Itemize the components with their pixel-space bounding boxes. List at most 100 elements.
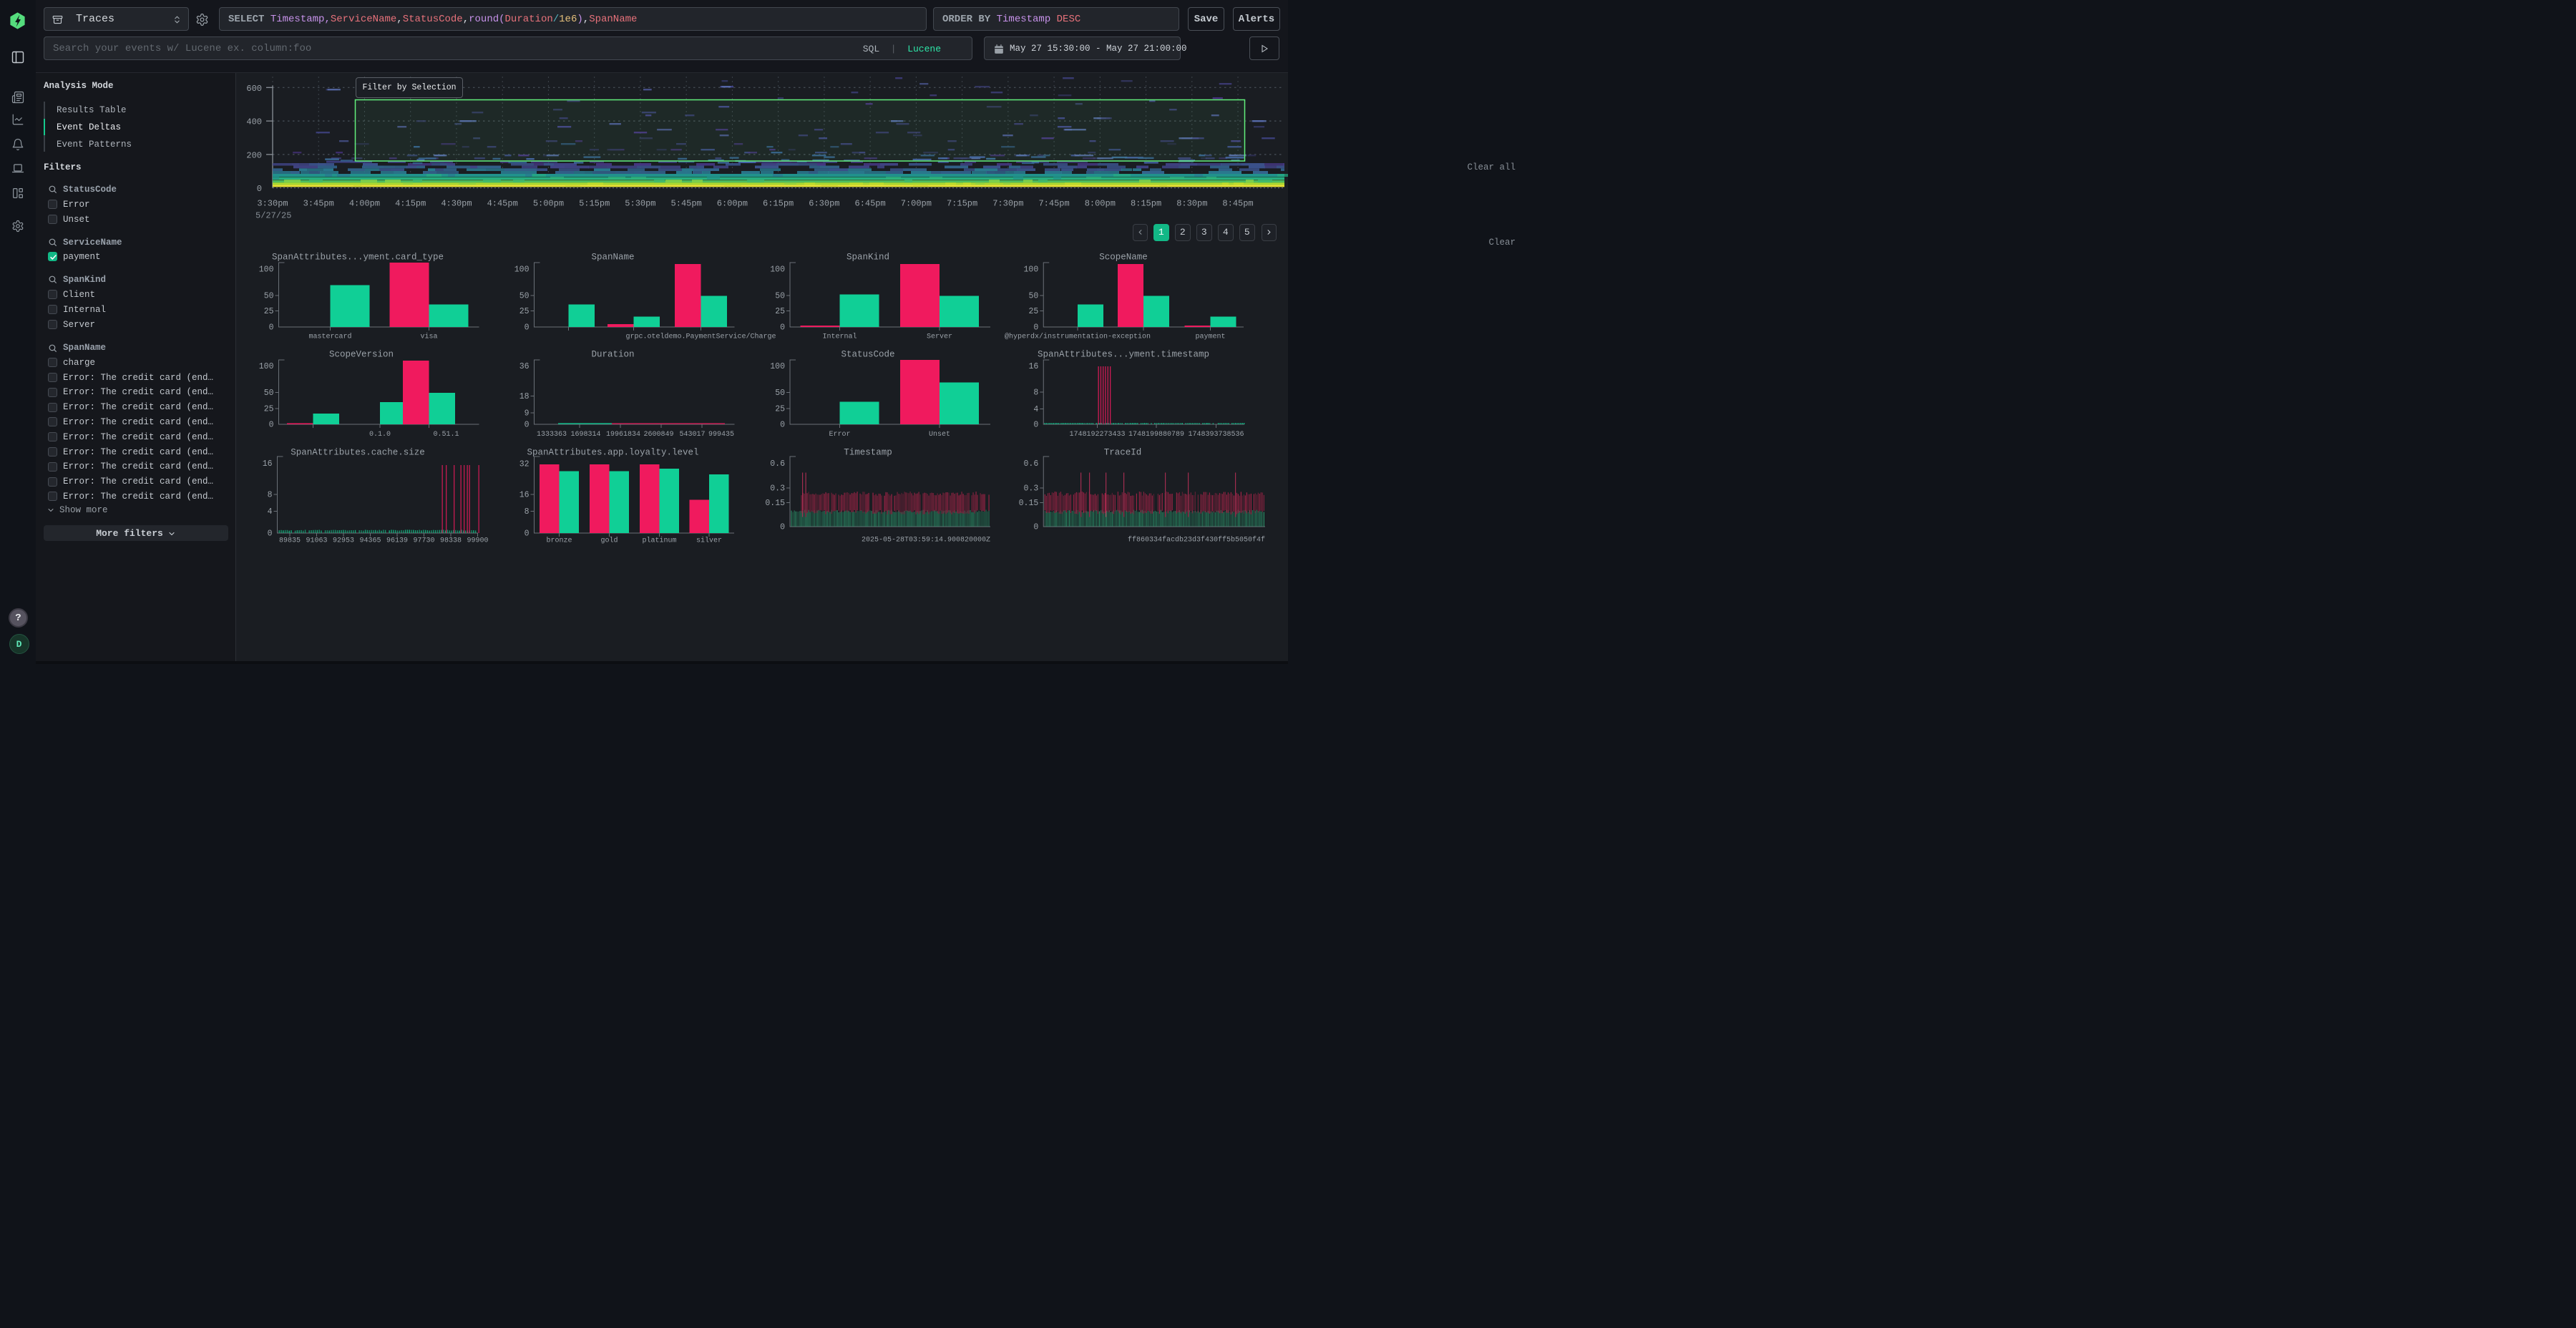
svg-text:50: 50 (519, 292, 530, 301)
svg-text:25: 25 (264, 405, 274, 414)
svg-text:25: 25 (1028, 307, 1038, 316)
svg-text:5/27/25: 5/27/25 (255, 211, 291, 221)
svg-text:25: 25 (775, 307, 785, 316)
svg-text:0: 0 (1033, 323, 1038, 333)
svg-text:0: 0 (1033, 421, 1038, 430)
svg-text:18: 18 (519, 392, 530, 401)
svg-text:SpanName: SpanName (591, 253, 634, 263)
svg-text:98338: 98338 (440, 537, 462, 545)
svg-text:2025-05-28T03:59:14.900820000Z: 2025-05-28T03:59:14.900820000Z (862, 537, 990, 545)
svg-text:Duration: Duration (591, 350, 634, 360)
svg-text:4:45pm: 4:45pm (487, 199, 518, 209)
svg-text:platinum: platinum (642, 537, 676, 545)
svg-text:8:30pm: 8:30pm (1176, 199, 1207, 209)
svg-text:8:45pm: 8:45pm (1222, 199, 1253, 209)
svg-text:0: 0 (780, 523, 785, 532)
svg-text:0: 0 (525, 323, 530, 333)
svg-text:91063: 91063 (306, 537, 327, 545)
svg-text:bronze: bronze (546, 537, 572, 545)
svg-text:25: 25 (519, 307, 530, 316)
svg-text:4:30pm: 4:30pm (441, 199, 472, 209)
svg-text:5:15pm: 5:15pm (579, 199, 610, 209)
svg-text:0: 0 (269, 421, 274, 430)
svg-text:ScopeVersion: ScopeVersion (329, 350, 394, 360)
svg-text:16: 16 (263, 459, 273, 469)
svg-text:4: 4 (1033, 405, 1038, 414)
svg-text:7:45pm: 7:45pm (1038, 199, 1069, 209)
svg-text:TraceId: TraceId (1104, 448, 1142, 458)
svg-text:SpanKind: SpanKind (847, 253, 889, 263)
svg-text:mastercard: mastercard (308, 333, 351, 341)
svg-text:1748199880789: 1748199880789 (1128, 431, 1184, 439)
svg-text:0: 0 (268, 529, 273, 539)
svg-text:100: 100 (259, 362, 274, 371)
svg-text:0: 0 (525, 529, 530, 539)
svg-text:Unset: Unset (929, 431, 950, 439)
svg-text:visa: visa (420, 333, 437, 341)
svg-text:543017: 543017 (679, 431, 705, 439)
svg-text:ff860334facdb23d3f430ff5b5050f: ff860334facdb23d3f430ff5b5050f4f (1128, 536, 1265, 545)
svg-text:payment: payment (1195, 333, 1225, 341)
svg-text:8:15pm: 8:15pm (1131, 199, 1161, 209)
svg-text:0.3: 0.3 (1024, 484, 1039, 494)
svg-text:600: 600 (246, 84, 262, 94)
svg-text:0: 0 (525, 421, 530, 430)
svg-text:Error: Error (829, 431, 850, 439)
svg-text:SpanAttributes...yment.card_ty: SpanAttributes...yment.card_type (272, 253, 444, 263)
svg-text:0.15: 0.15 (1019, 499, 1039, 508)
svg-text:8: 8 (268, 491, 273, 500)
svg-text:36: 36 (519, 362, 530, 371)
svg-text:Internal: Internal (822, 333, 857, 341)
svg-text:89835: 89835 (279, 537, 301, 545)
svg-text:999435: 999435 (708, 431, 734, 439)
svg-text:4: 4 (268, 507, 273, 517)
svg-text:5:30pm: 5:30pm (625, 199, 655, 209)
svg-text:3:30pm: 3:30pm (257, 199, 288, 209)
svg-text:94365: 94365 (359, 537, 381, 545)
svg-text:6:30pm: 6:30pm (809, 199, 839, 209)
svg-text:ScopeName: ScopeName (1099, 253, 1148, 263)
svg-text:0: 0 (269, 323, 274, 333)
svg-text:100: 100 (259, 265, 274, 275)
svg-text:100: 100 (770, 362, 785, 371)
svg-text:SpanAttributes.app.loyalty.lev: SpanAttributes.app.loyalty.level (527, 448, 698, 458)
svg-text:0.15: 0.15 (765, 499, 785, 508)
svg-text:7:15pm: 7:15pm (947, 199, 977, 209)
svg-text:@hyperdx/instrumentation-excep: @hyperdx/instrumentation-exception (1005, 333, 1151, 341)
svg-text:50: 50 (775, 389, 785, 398)
svg-text:8: 8 (1033, 389, 1038, 398)
svg-text:96139: 96139 (386, 537, 408, 545)
svg-text:3:45pm: 3:45pm (303, 199, 334, 209)
svg-text:100: 100 (1024, 265, 1039, 275)
svg-text:grpc.oteldemo.PaymentService/C: grpc.oteldemo.PaymentService/Charge (625, 333, 776, 341)
svg-text:1748393738536: 1748393738536 (1188, 431, 1244, 439)
svg-text:SpanAttributes...yment.timesta: SpanAttributes...yment.timestamp (1038, 350, 1209, 360)
svg-text:19961834: 19961834 (606, 431, 640, 439)
svg-text:25: 25 (775, 405, 785, 414)
svg-text:50: 50 (1028, 292, 1038, 301)
svg-text:0.51.1: 0.51.1 (433, 431, 459, 439)
svg-text:7:30pm: 7:30pm (992, 199, 1023, 209)
svg-text:200: 200 (246, 150, 262, 160)
svg-text:5:00pm: 5:00pm (533, 199, 564, 209)
svg-text:Timestamp: Timestamp (844, 448, 892, 458)
svg-text:7:00pm: 7:00pm (901, 199, 932, 209)
svg-text:0: 0 (780, 421, 785, 430)
svg-text:100: 100 (770, 265, 785, 275)
svg-text:92953: 92953 (333, 537, 354, 545)
svg-text:1748192273433: 1748192273433 (1069, 431, 1125, 439)
svg-text:StatusCode: StatusCode (841, 350, 894, 360)
svg-text:0.6: 0.6 (770, 459, 785, 469)
svg-text:0.6: 0.6 (1024, 459, 1039, 469)
svg-text:SpanAttributes.cache.size: SpanAttributes.cache.size (291, 448, 425, 458)
svg-text:2600849: 2600849 (643, 431, 673, 439)
svg-text:0: 0 (257, 184, 262, 194)
svg-text:Server: Server (927, 333, 952, 341)
svg-text:400: 400 (246, 117, 262, 127)
svg-text:0: 0 (780, 323, 785, 333)
svg-text:gold: gold (600, 537, 618, 545)
svg-text:9: 9 (525, 409, 530, 419)
svg-text:0.3: 0.3 (770, 484, 785, 494)
svg-text:16: 16 (519, 491, 530, 500)
svg-text:silver: silver (696, 537, 722, 545)
